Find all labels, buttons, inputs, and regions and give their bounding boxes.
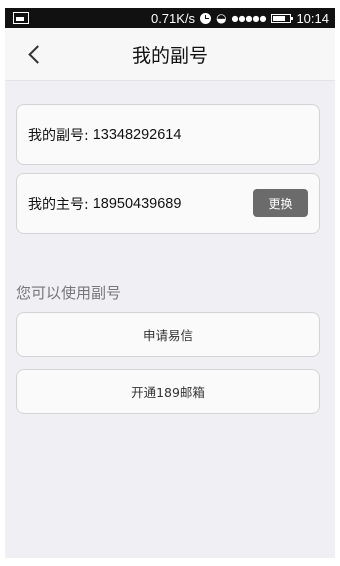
status-indicators: 0.71K/s ◒ ●●●●● 10:14 xyxy=(151,11,329,26)
back-button[interactable] xyxy=(15,28,55,80)
status-time: 10:14 xyxy=(296,10,329,26)
change-button[interactable]: 更换 xyxy=(253,189,308,217)
image-notification-icon xyxy=(13,12,29,24)
secondary-number-card: 我的副号: 13348292614 xyxy=(16,104,320,165)
navigation-bar: 我的副号 xyxy=(5,28,335,81)
status-bar: 0.71K/s ◒ ●●●●● 10:14 xyxy=(5,8,335,28)
secondary-number-label: 我的副号: xyxy=(28,127,89,144)
primary-number-value: 18950439689 xyxy=(92,195,182,212)
chevron-left-icon xyxy=(27,44,47,64)
secondary-number-value: 13348292614 xyxy=(92,126,182,143)
apply-yixin-button[interactable]: 申请易信 xyxy=(16,312,320,357)
wifi-icon: ◒ xyxy=(216,11,227,25)
primary-number-card: 我的主号: 18950439689 更换 xyxy=(16,173,320,234)
alarm-icon xyxy=(200,12,212,24)
page-title: 我的副号 xyxy=(131,44,208,67)
section-title: 您可以使用副号 xyxy=(16,284,122,302)
open-189-mail-button[interactable]: 开通189邮箱 xyxy=(16,369,320,414)
network-speed: 0.71K/s xyxy=(150,10,196,26)
phone-screen: 0.71K/s ◒ ●●●●● 10:14 我的副号 我的副号: 1334829… xyxy=(5,8,335,558)
signal-icon: ●●●●● xyxy=(231,13,267,23)
primary-number-label: 我的主号: xyxy=(28,196,89,213)
battery-icon xyxy=(271,13,294,23)
